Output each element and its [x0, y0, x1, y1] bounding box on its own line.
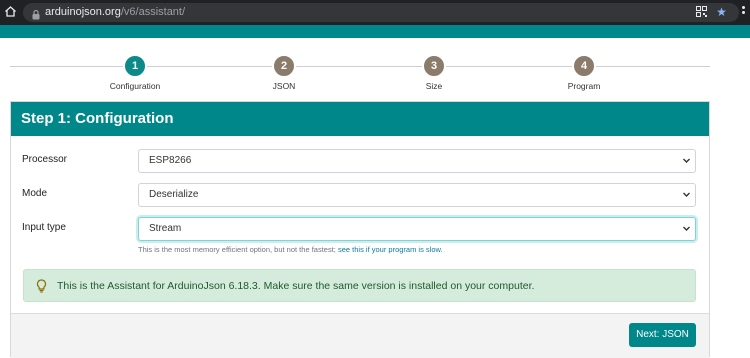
next-json-button[interactable]: Next: JSON — [629, 323, 696, 347]
mode-label: Mode — [22, 188, 48, 199]
version-alert: This is the Assistant for ArduinoJson 6.… — [23, 269, 696, 302]
processor-row: Processor ESP8266 — [11, 149, 709, 173]
configuration-card: Step 1: Configuration Processor ESP8266 … — [10, 101, 710, 358]
card-footer: Next: JSON — [11, 313, 709, 358]
step-json[interactable]: 2 JSON — [239, 54, 329, 91]
help-text: This is the most memory efficient option… — [138, 245, 336, 254]
step-number: 2 — [272, 54, 296, 78]
step-program[interactable]: 4 Program — [539, 54, 629, 91]
lock-icon[interactable] — [31, 7, 41, 20]
site-header — [0, 25, 750, 38]
processor-label: Processor — [22, 154, 68, 165]
help-link[interactable]: see this if your program is slow. — [338, 245, 443, 254]
card-header: Step 1: Configuration — [11, 102, 709, 136]
input-type-label: Input type — [22, 222, 66, 233]
step-label: JSON — [272, 81, 296, 91]
lightbulb-icon — [36, 279, 47, 293]
url-host: arduinojson.org — [45, 6, 121, 18]
mode-select[interactable]: Deserialize — [138, 183, 696, 207]
chevron-down-icon — [681, 190, 691, 200]
browser-menu-icon[interactable] — [741, 6, 747, 20]
url-path: /v6/assistant/ — [120, 6, 186, 18]
step-label: Size — [425, 81, 443, 91]
input-type-value: Stream — [149, 223, 182, 234]
step-label: Program — [567, 81, 601, 91]
input-type-select[interactable]: Stream — [138, 217, 696, 241]
wizard-stepper: 1 Configuration 2 JSON 3 Size 4 Program — [10, 54, 710, 96]
browser-toolbar: arduinojson.org/v6/assistant/ ★ — [0, 0, 750, 25]
processor-select[interactable]: ESP8266 — [138, 149, 696, 173]
processor-value: ESP8266 — [149, 155, 192, 166]
step-number: 1 — [123, 54, 147, 78]
input-type-help: This is the most memory efficient option… — [138, 245, 443, 254]
step-configuration[interactable]: 1 Configuration — [90, 54, 180, 91]
step-number: 3 — [422, 54, 446, 78]
chevron-down-icon — [681, 224, 691, 234]
mode-value: Deserialize — [149, 189, 199, 200]
qr-code-icon[interactable] — [695, 6, 708, 19]
home-icon[interactable] — [4, 5, 18, 19]
url-text: arduinojson.org/v6/assistant/ — [45, 6, 185, 18]
address-bar[interactable]: arduinojson.org/v6/assistant/ ★ — [23, 3, 739, 22]
bookmark-star-icon[interactable]: ★ — [715, 6, 728, 19]
input-type-row: Input type Stream — [11, 217, 709, 241]
card-title: Step 1: Configuration — [21, 110, 174, 127]
alert-text: This is the Assistant for ArduinoJson 6.… — [57, 280, 535, 292]
step-number: 4 — [572, 54, 596, 78]
mode-row: Mode Deserialize — [11, 183, 709, 207]
chevron-down-icon — [681, 156, 691, 166]
step-label: Configuration — [109, 81, 161, 91]
step-size[interactable]: 3 Size — [389, 54, 479, 91]
